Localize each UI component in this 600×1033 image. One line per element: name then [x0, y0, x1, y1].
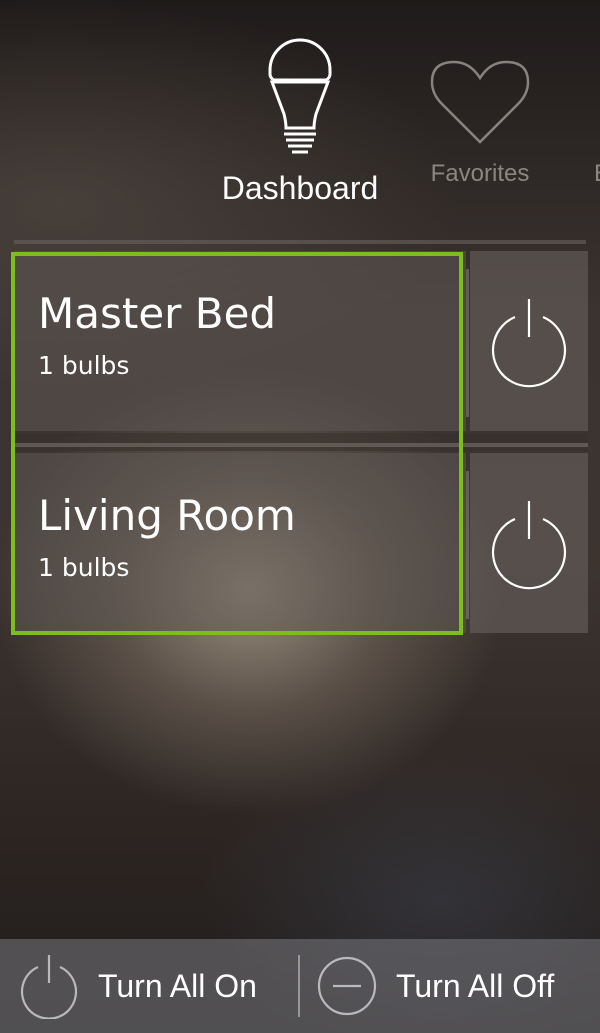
tab-favorites[interactable]: Favorites [415, 58, 545, 188]
room-bulb-count: 1 bulbs [38, 553, 130, 582]
heart-icon [430, 60, 530, 144]
tab-divider [14, 240, 586, 244]
room-body[interactable]: Master Bed 1 bulbs [14, 251, 466, 431]
power-icon [20, 955, 78, 1019]
tab-favorites-label: Favorites [430, 160, 530, 187]
room-name: Master Bed [38, 289, 277, 338]
room-card: Master Bed 1 bulbs [14, 251, 588, 431]
bottom-bar: Turn All On Turn All Off [0, 939, 600, 1033]
room-power-button[interactable] [470, 251, 588, 431]
turn-all-off-label: Turn All Off [396, 967, 555, 1004]
tab-dashboard-label: Dashboard [221, 170, 379, 206]
room-body[interactable]: Living Room 1 bulbs [14, 453, 466, 633]
tab-dashboard[interactable]: Dashboard [205, 30, 395, 207]
tab-partial[interactable]: E [588, 58, 600, 188]
card-divider [14, 433, 588, 451]
room-power-button[interactable] [470, 453, 588, 633]
room-card: Living Room 1 bulbs [14, 453, 588, 633]
bulb-icon [268, 38, 332, 154]
room-bulb-count: 1 bulbs [38, 351, 130, 380]
bottom-bar-divider [298, 955, 300, 1017]
room-name: Living Room [38, 491, 296, 540]
room-separator [466, 269, 469, 417]
tab-bar: Dashboard Favorites E [0, 0, 600, 230]
tab-partial-label: E [588, 160, 600, 188]
room-separator [466, 471, 469, 619]
power-icon [491, 501, 567, 590]
turn-all-on-label: Turn All On [98, 967, 257, 1004]
minus-circle-icon [317, 956, 377, 1016]
power-icon [491, 299, 567, 388]
turn-all-off-button[interactable]: Turn All Off [316, 939, 596, 1033]
turn-all-on-button[interactable]: Turn All On [18, 939, 296, 1033]
